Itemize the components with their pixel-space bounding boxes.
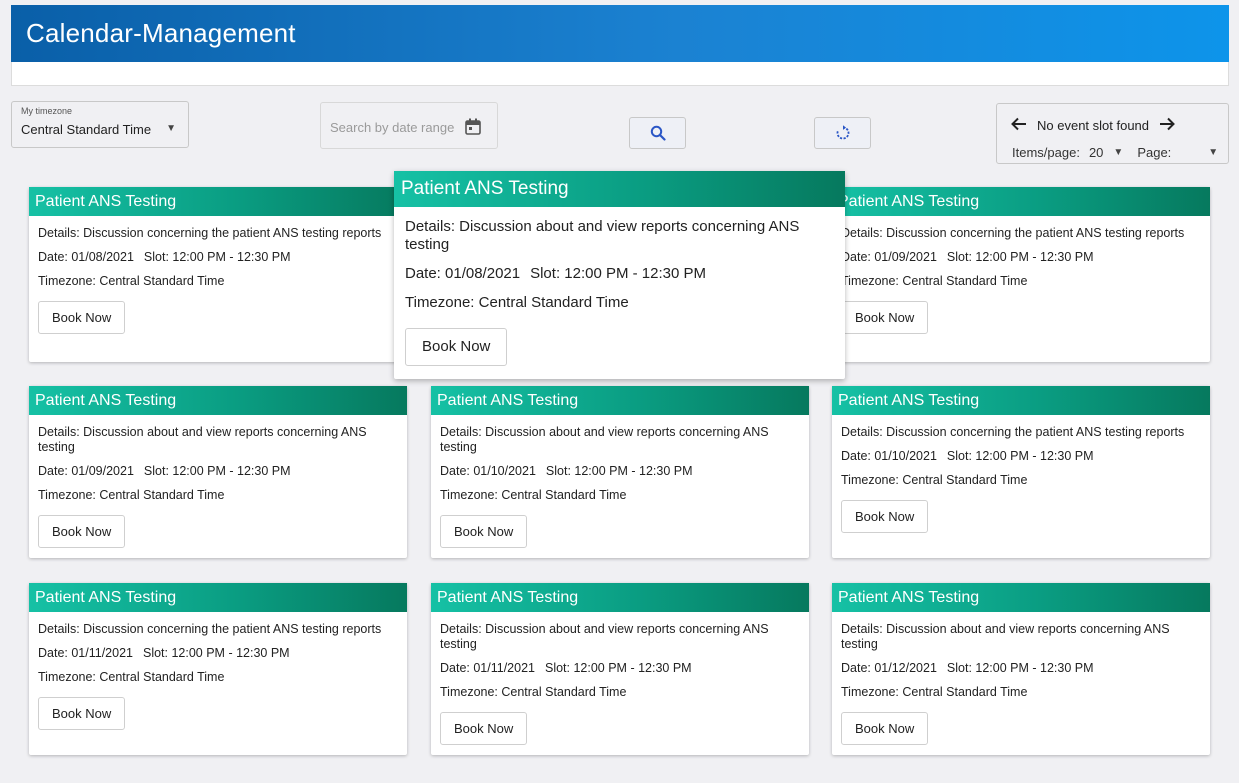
event-details: Details: Discussion concerning the patie… bbox=[841, 425, 1185, 439]
event-card: Patient ANS Testing Details: Discussion … bbox=[29, 583, 407, 755]
event-timezone: Timezone: Central Standard Time bbox=[841, 685, 1028, 699]
event-slot: Slot: 12:00 PM - 12:30 PM bbox=[143, 250, 291, 264]
event-details: Details: Discussion concerning the patie… bbox=[841, 226, 1185, 240]
book-now-button[interactable]: Book Now bbox=[405, 328, 508, 366]
event-date: Date: 01/11/2021 bbox=[440, 661, 535, 675]
event-card-hovered: Patient ANS Testing Details: Discussion … bbox=[394, 171, 845, 379]
event-details: Details: Discussion about and view repor… bbox=[38, 425, 367, 454]
event-details: Details: Discussion concerning the patie… bbox=[38, 622, 382, 636]
items-per-page-select[interactable]: 20 ▼ bbox=[1089, 145, 1123, 160]
book-now-button[interactable]: Book Now bbox=[38, 301, 126, 334]
event-details: Details: Discussion about and view repor… bbox=[405, 218, 800, 253]
app-title: Calendar-Management bbox=[26, 18, 296, 48]
event-timezone: Timezone: Central Standard Time bbox=[38, 274, 225, 288]
event-date: Date: 01/08/2021 bbox=[405, 265, 521, 282]
event-timezone: Timezone: Central Standard Time bbox=[38, 488, 225, 502]
event-details: Details: Discussion about and view repor… bbox=[841, 622, 1170, 651]
chevron-down-icon: ▼ bbox=[166, 123, 176, 134]
chevron-down-icon: ▼ bbox=[1113, 147, 1124, 158]
event-date: Date: 01/10/2021 bbox=[841, 449, 937, 463]
event-timezone: Timezone: Central Standard Time bbox=[405, 294, 629, 311]
app-header: Calendar-Management bbox=[11, 5, 1229, 62]
event-slot: Slot: 12:00 PM - 12:30 PM bbox=[946, 250, 1094, 264]
event-timezone: Timezone: Central Standard Time bbox=[841, 274, 1028, 288]
event-details: Details: Discussion concerning the patie… bbox=[38, 226, 382, 240]
arrow-left-icon[interactable] bbox=[1011, 116, 1027, 134]
book-now-button[interactable]: Book Now bbox=[841, 500, 929, 533]
book-now-button[interactable]: Book Now bbox=[841, 712, 929, 745]
arrow-right-icon[interactable] bbox=[1159, 116, 1175, 134]
date-range-placeholder: Search by date range bbox=[330, 120, 455, 135]
event-card-title: Patient ANS Testing bbox=[431, 386, 809, 415]
event-timezone: Timezone: Central Standard Time bbox=[440, 685, 627, 699]
timezone-select[interactable]: My timezone Central Standard Time ▼ bbox=[11, 101, 189, 148]
event-card: Patient ANS Testing Details: Discussion … bbox=[832, 187, 1210, 362]
event-card: Patient ANS Testing Details: Discussion … bbox=[431, 583, 809, 755]
event-card-title: Patient ANS Testing bbox=[832, 583, 1210, 612]
book-now-button[interactable]: Book Now bbox=[38, 515, 126, 548]
event-date: Date: 01/12/2021 bbox=[841, 661, 937, 675]
event-date: Date: 01/10/2021 bbox=[440, 464, 536, 478]
event-date: Date: 01/09/2021 bbox=[841, 250, 937, 264]
event-date: Date: 01/11/2021 bbox=[38, 646, 133, 660]
event-slot: Slot: 12:00 PM - 12:30 PM bbox=[530, 265, 707, 282]
search-icon bbox=[650, 125, 666, 141]
timezone-value: Central Standard Time bbox=[21, 122, 152, 137]
event-slot: Slot: 12:00 PM - 12:30 PM bbox=[545, 464, 693, 478]
event-card: Patient ANS Testing Details: Discussion … bbox=[832, 386, 1210, 558]
pagination-panel: No event slot found Items/page: 20 ▼ Pag… bbox=[996, 103, 1229, 164]
event-slot: Slot: 12:00 PM - 12:30 PM bbox=[544, 661, 692, 675]
refresh-button[interactable] bbox=[814, 117, 871, 149]
event-card: Patient ANS Testing Details: Discussion … bbox=[431, 386, 809, 558]
event-date: Date: 01/09/2021 bbox=[38, 464, 134, 478]
refresh-icon bbox=[836, 125, 849, 140]
event-card-title: Patient ANS Testing bbox=[832, 386, 1210, 415]
event-card-title: Patient ANS Testing bbox=[29, 386, 407, 415]
event-timezone: Timezone: Central Standard Time bbox=[440, 488, 627, 502]
event-card: Patient ANS Testing Details: Discussion … bbox=[29, 386, 407, 558]
calendar-icon[interactable] bbox=[465, 118, 481, 135]
items-per-page-value: 20 bbox=[1088, 145, 1104, 160]
event-date: Date: 01/08/2021 bbox=[38, 250, 134, 264]
event-slot: Slot: 12:00 PM - 12:30 PM bbox=[946, 449, 1094, 463]
items-per-page-label: Items/page: bbox=[1012, 145, 1080, 160]
date-range-input[interactable]: Search by date range bbox=[320, 102, 498, 149]
event-card: Patient ANS Testing Details: Discussion … bbox=[29, 187, 407, 362]
page-select-chevron-icon[interactable]: ▼ bbox=[1208, 147, 1218, 158]
event-card: Patient ANS Testing Details: Discussion … bbox=[832, 583, 1210, 755]
event-card-title: Patient ANS Testing bbox=[832, 187, 1210, 216]
sub-toolbar bbox=[11, 62, 1229, 86]
event-timezone: Timezone: Central Standard Time bbox=[841, 473, 1028, 487]
event-details: Details: Discussion about and view repor… bbox=[440, 622, 769, 651]
event-card-title: Patient ANS Testing bbox=[29, 583, 407, 612]
page-label: Page: bbox=[1137, 145, 1172, 160]
timezone-label: My timezone bbox=[21, 106, 73, 116]
pager-status: No event slot found bbox=[1037, 117, 1150, 133]
event-slot: Slot: 12:00 PM - 12:30 PM bbox=[142, 646, 290, 660]
event-slot: Slot: 12:00 PM - 12:30 PM bbox=[946, 661, 1094, 675]
event-card-title: Patient ANS Testing bbox=[431, 583, 809, 612]
event-details: Details: Discussion about and view repor… bbox=[440, 425, 769, 454]
event-card-title: Patient ANS Testing bbox=[29, 187, 407, 216]
book-now-button[interactable]: Book Now bbox=[841, 301, 929, 334]
book-now-button[interactable]: Book Now bbox=[440, 515, 528, 548]
search-button[interactable] bbox=[629, 117, 686, 149]
event-card-title: Patient ANS Testing bbox=[394, 171, 845, 207]
event-timezone: Timezone: Central Standard Time bbox=[38, 670, 225, 684]
book-now-button[interactable]: Book Now bbox=[440, 712, 528, 745]
book-now-button[interactable]: Book Now bbox=[38, 697, 126, 730]
event-slot: Slot: 12:00 PM - 12:30 PM bbox=[143, 464, 291, 478]
